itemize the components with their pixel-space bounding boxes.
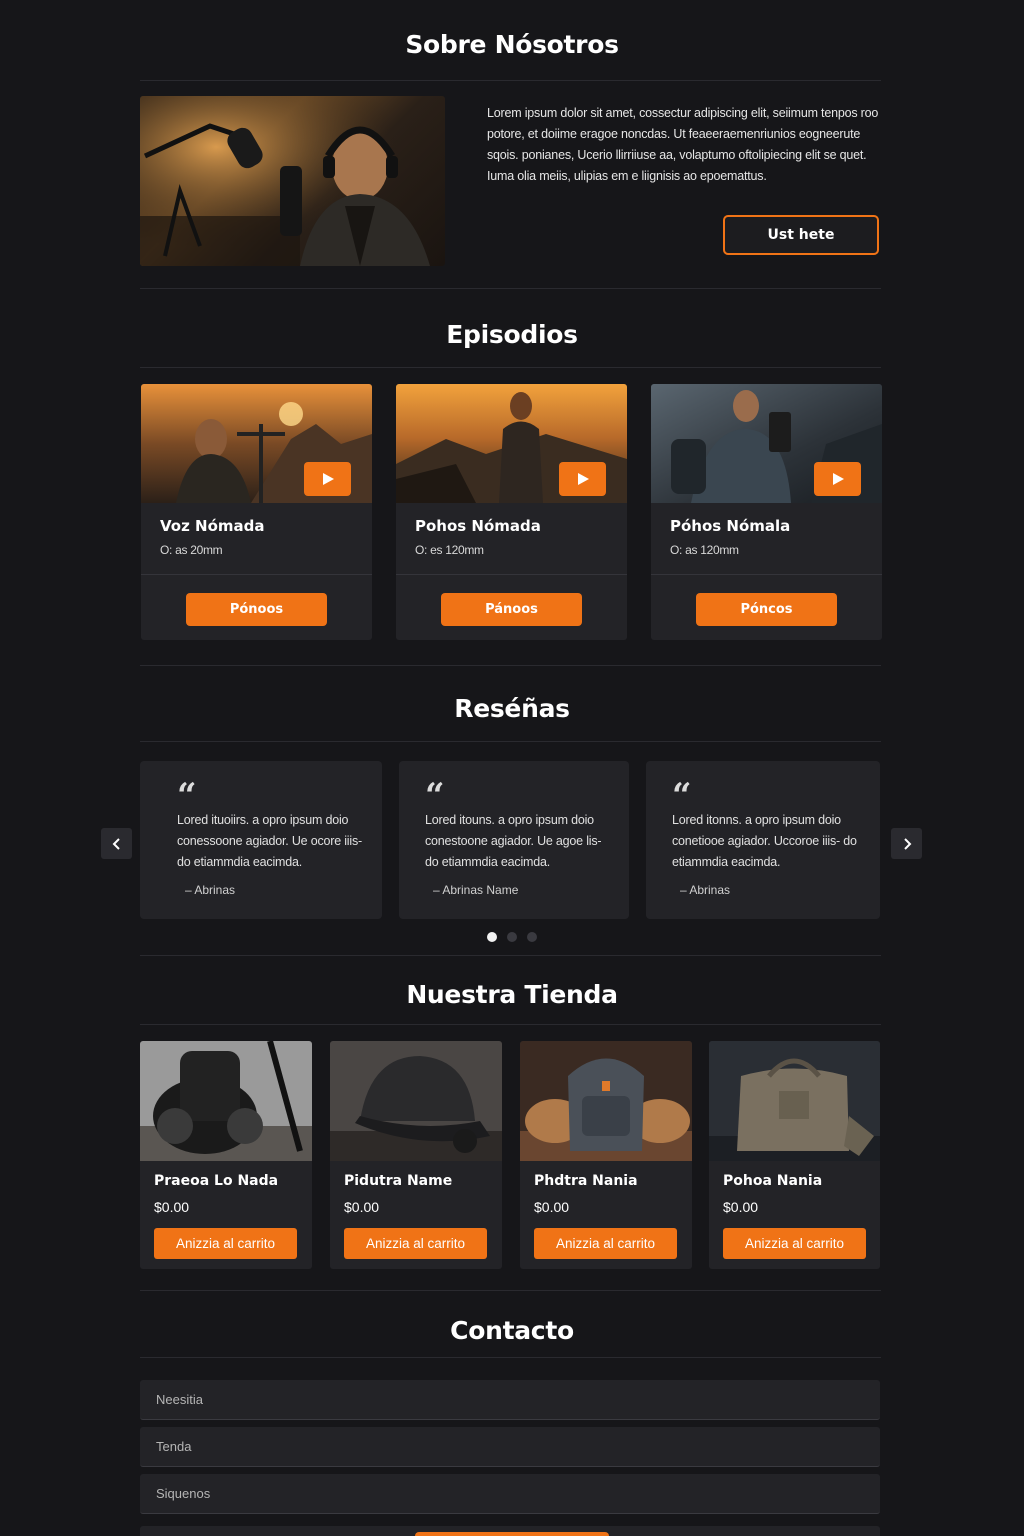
review-author: – Abrinas: [185, 883, 236, 897]
episode-meta: O: as 120mm: [670, 543, 739, 557]
episode-title: Pohos Nómada: [415, 517, 541, 535]
play-button[interactable]: [304, 462, 351, 496]
quote-icon: “: [425, 776, 445, 816]
add-to-cart-button[interactable]: Anizzia al carrito: [154, 1228, 297, 1259]
product-price: $0.00: [534, 1199, 570, 1215]
carousel-dot[interactable]: [487, 932, 497, 942]
play-icon: [322, 473, 334, 485]
episode-title: Voz Nómada: [160, 517, 265, 535]
message-field[interactable]: [140, 1474, 880, 1514]
about-paragraph: Lorem ipsum dolor sit amet, cossectur ad…: [487, 106, 879, 183]
product-price: $0.00: [154, 1199, 190, 1215]
about-title: Sobre Nósotros: [405, 30, 619, 59]
divider: [140, 1357, 881, 1358]
quote-icon: “: [672, 776, 692, 816]
review-card: “ Lored ituoiirs. a opro ipsum doio cone…: [140, 761, 382, 919]
divider: [140, 1024, 881, 1025]
review-author: – Abrinas: [680, 883, 731, 897]
add-to-cart-button[interactable]: Anizzia al carrito: [534, 1228, 677, 1259]
episode-card: Voz Nómada O: as 20mm Pónoos: [141, 384, 372, 640]
divider: [140, 955, 881, 956]
quote-icon: “: [177, 776, 197, 816]
form-footer: [140, 1526, 880, 1536]
product-image: [140, 1041, 312, 1161]
episode-card: Pohos Nómada O: es 120mm Pánoos: [396, 384, 627, 640]
product-name: Phdtra Nania: [534, 1173, 638, 1189]
card-divider: [141, 574, 372, 575]
product-card: Phdtra Nania $0.00 Anizzia al carrito: [520, 1041, 692, 1269]
play-button[interactable]: [559, 462, 606, 496]
product-name: Pidutra Name: [344, 1173, 453, 1189]
shop-title: Nuestra Tienda: [406, 980, 618, 1009]
divider: [140, 665, 881, 666]
episode-meta: O: es 120mm: [415, 543, 484, 557]
podcaster-photo: [140, 96, 445, 266]
reviews-title: Reséñas: [454, 694, 570, 723]
product-image: [709, 1041, 880, 1161]
carousel-prev-button[interactable]: [101, 828, 132, 859]
divider: [140, 80, 881, 81]
product-price: $0.00: [344, 1199, 380, 1215]
chevron-left-icon: [112, 837, 120, 850]
review-card: “ Lored itouns. a opro ipsum doio conest…: [399, 761, 629, 919]
product-card: Pidutra Name $0.00 Anizzia al carrito: [330, 1041, 502, 1269]
product-name: Pohoa Nania: [723, 1173, 823, 1189]
visit-button[interactable]: Ust hete: [723, 215, 879, 255]
divider: [140, 741, 881, 742]
play-button[interactable]: [814, 462, 861, 496]
product-card: Praeoa Lo Nada $0.00 Anizzia al carrito: [140, 1041, 312, 1269]
product-image: [520, 1041, 692, 1161]
subject-field[interactable]: [140, 1427, 880, 1467]
review-text: Lored ituoiirs. a opro ipsum doio coness…: [177, 813, 362, 869]
carousel-dot[interactable]: [507, 932, 517, 942]
episode-button[interactable]: Pónoos: [186, 593, 327, 626]
episodes-title: Episodios: [446, 320, 578, 349]
carousel-next-button[interactable]: [891, 828, 922, 859]
add-to-cart-button[interactable]: Anizzia al carrito: [723, 1228, 866, 1259]
product-name: Praeoa Lo Nada: [154, 1173, 279, 1189]
card-divider: [651, 574, 882, 575]
episode-title: Póhos Nómala: [670, 517, 791, 535]
review-text: Lored itouns. a opro ipsum doio conestoo…: [425, 813, 602, 869]
review-card: “ Lored itonns. a opro ipsum doio coneti…: [646, 761, 880, 919]
contact-title: Contacto: [450, 1316, 574, 1345]
play-icon: [832, 473, 844, 485]
card-divider: [396, 574, 627, 575]
submit-button[interactable]: [415, 1532, 609, 1536]
carousel-dot[interactable]: [527, 932, 537, 942]
play-icon: [577, 473, 589, 485]
name-field[interactable]: [140, 1380, 880, 1420]
product-card: Pohoa Nania $0.00 Anizzia al carrito: [709, 1041, 880, 1269]
product-price: $0.00: [723, 1199, 759, 1215]
review-author: – Abrinas Name: [433, 883, 519, 897]
divider: [140, 1290, 881, 1291]
divider: [140, 367, 881, 368]
episode-button[interactable]: Póncos: [696, 593, 837, 626]
divider: [140, 288, 881, 289]
review-text: Lored itonns. a opro ipsum doio conetioo…: [672, 813, 857, 869]
product-image: [330, 1041, 502, 1161]
episode-card: Póhos Nómala O: as 120mm Póncos: [651, 384, 882, 640]
chevron-right-icon: [903, 837, 911, 850]
add-to-cart-button[interactable]: Anizzia al carrito: [344, 1228, 487, 1259]
episode-meta: O: as 20mm: [160, 543, 223, 557]
episode-button[interactable]: Pánoos: [441, 593, 582, 626]
